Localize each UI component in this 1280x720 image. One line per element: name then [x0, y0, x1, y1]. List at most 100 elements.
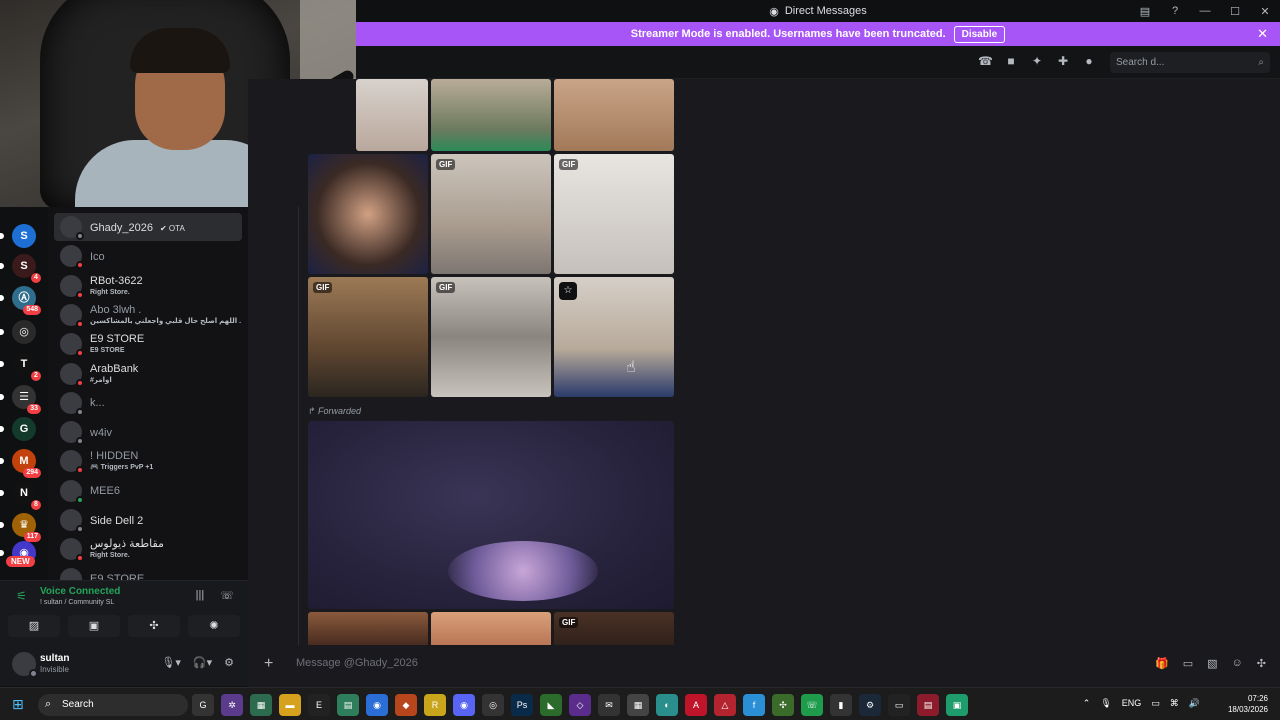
server-icon[interactable]: T2	[0, 352, 41, 381]
app-icon[interactable]: ✲	[221, 694, 243, 716]
server-icon[interactable]: ◎	[0, 320, 36, 344]
gif-tile[interactable]	[431, 79, 551, 151]
server-icon[interactable]: M 294	[0, 449, 41, 478]
app-icon[interactable]: ▤	[917, 694, 939, 716]
mail-icon[interactable]: ✉	[598, 694, 620, 716]
dm-item[interactable]: ! HIDDEN 🎮 Triggers PvP +1	[54, 447, 242, 475]
server-icon[interactable]: S4	[0, 254, 41, 283]
display-icon[interactable]: ▭	[1151, 698, 1160, 709]
add-friend-icon[interactable]: ✚	[1056, 54, 1070, 68]
app-icon[interactable]: ▣	[946, 694, 968, 716]
inbox-icon[interactable]: ▤	[1130, 5, 1160, 18]
microphone-icon[interactable]: 🎙▾	[161, 656, 181, 669]
mic-tray-icon[interactable]: 🎙	[1100, 698, 1111, 709]
pin-icon[interactable]: ✦	[1030, 54, 1044, 68]
server-icon[interactable]: ☰ 33	[0, 385, 41, 414]
app-icon[interactable]: ◎	[482, 694, 504, 716]
dm-item[interactable]: E9 STORE E9 STORE	[54, 330, 242, 358]
message-input[interactable]: Message @Ghady_2026	[296, 657, 418, 669]
apps-icon[interactable]: ✣	[1257, 657, 1266, 670]
gif-tile[interactable]	[554, 79, 674, 151]
dm-item[interactable]: k...	[54, 389, 242, 417]
gif-tile[interactable]	[308, 612, 428, 645]
disable-button[interactable]: Disable	[953, 25, 1006, 43]
brave-icon[interactable]: ◆	[395, 694, 417, 716]
app-icon[interactable]: ▭	[888, 694, 910, 716]
gif-tile[interactable]: GIF	[554, 154, 674, 274]
soundboard-button[interactable]: ✺	[188, 615, 240, 637]
gift-icon[interactable]: 🎁	[1155, 657, 1169, 670]
help-icon[interactable]: ?	[1160, 5, 1190, 17]
search-input[interactable]: Search d... ⌕	[1110, 52, 1270, 73]
server-icon[interactable]: G	[0, 417, 36, 441]
dm-item[interactable]: Abo 3lwh . اللهم اصلح حال قلبي واجعلني با…	[54, 301, 242, 329]
volume-icon[interactable]: 🔊	[1189, 698, 1200, 709]
taskbar-search[interactable]: ⌕ Search	[38, 694, 188, 716]
app-icon[interactable]: R	[424, 694, 446, 716]
noise-icon[interactable]: |||	[196, 589, 205, 602]
gif-tile[interactable]: GIF	[554, 612, 674, 645]
settings-icon[interactable]: ⚙	[224, 656, 234, 669]
back-icon[interactable]: G	[192, 694, 214, 716]
dm-item[interactable]: E9 STORE	[54, 565, 242, 580]
banner-close-icon[interactable]: ✕	[1257, 26, 1268, 42]
dm-item[interactable]: ArabBank #اوامر	[54, 360, 242, 388]
dm-item[interactable]: RBot-3622 Right Store.	[54, 272, 242, 300]
notes-icon[interactable]: ▤	[337, 694, 359, 716]
server-icon[interactable]: ♛ 117	[0, 513, 41, 542]
gif-tile[interactable]: ☆	[554, 277, 674, 397]
voice-channel[interactable]: ! sultan / Community SL	[40, 599, 114, 606]
screenshare-button[interactable]: ▣	[68, 615, 120, 637]
close-button[interactable]: ✕	[1250, 5, 1280, 18]
username[interactable]: sultan	[40, 653, 69, 664]
dm-item[interactable]: Ghady_2026 ✔ OTA	[54, 213, 242, 241]
app-icon[interactable]: ✣	[772, 694, 794, 716]
gif-icon[interactable]: ▭	[1183, 657, 1193, 670]
favorite-star-icon[interactable]: ☆	[559, 282, 577, 300]
gif-tile[interactable]: GIF	[431, 154, 551, 274]
server-icon[interactable]: S	[0, 224, 36, 248]
dm-item[interactable]: Ico	[54, 242, 242, 270]
app-icon[interactable]: f	[743, 694, 765, 716]
forwarded-video[interactable]	[308, 421, 674, 609]
sticker-icon[interactable]: ▧	[1207, 657, 1217, 670]
disconnect-icon[interactable]: ☏	[220, 589, 234, 602]
gif-tile[interactable]	[356, 79, 428, 151]
app-icon[interactable]: △	[714, 694, 736, 716]
profile-icon[interactable]: ●	[1082, 54, 1096, 68]
maximize-button[interactable]: ☐	[1220, 5, 1250, 18]
server-icon[interactable]: N8	[0, 481, 41, 510]
voice-status[interactable]: Voice Connected	[40, 586, 120, 597]
gif-tile[interactable]	[431, 612, 551, 645]
photoshop-icon[interactable]: Ps	[511, 694, 533, 716]
video-icon[interactable]: ■	[1004, 54, 1018, 68]
windows-start-icon[interactable]: ⊞	[12, 696, 24, 713]
tray-chevron-icon[interactable]: ⌃	[1083, 698, 1091, 709]
dm-item[interactable]: w4iv	[54, 418, 242, 446]
folder-icon[interactable]: ▬	[279, 694, 301, 716]
gif-tile[interactable]: GIF	[308, 277, 428, 397]
edge-icon[interactable]: ◐	[656, 694, 678, 716]
dm-item[interactable]: مقاطعة ذيولوس Right Store.	[54, 535, 242, 563]
emoji-icon[interactable]: ☺	[1232, 657, 1243, 670]
app-icon[interactable]: ◇	[569, 694, 591, 716]
gif-tile[interactable]: GIF	[431, 277, 551, 397]
app-icon[interactable]: ▦	[627, 694, 649, 716]
camera-off-button[interactable]: ▨	[8, 615, 60, 637]
activities-button[interactable]: ✣	[128, 615, 180, 637]
language-indicator[interactable]: ENG	[1122, 698, 1142, 709]
chrome-icon[interactable]: ◉	[366, 694, 388, 716]
clock[interactable]: 07:26 18/03/2026	[1228, 693, 1268, 715]
nvidia-icon[interactable]: ◣	[540, 694, 562, 716]
dm-item[interactable]: MEE6	[54, 477, 242, 505]
steam-icon[interactable]: ⚙	[859, 694, 881, 716]
dm-item[interactable]: Side Dell 2	[54, 506, 242, 534]
network-icon[interactable]: ⌘	[1170, 698, 1179, 709]
gif-tile[interactable]	[308, 154, 428, 274]
discord-icon[interactable]: ◉	[453, 694, 475, 716]
minimize-button[interactable]: —	[1190, 5, 1220, 17]
epic-icon[interactable]: E	[308, 694, 330, 716]
app-icon[interactable]: A	[685, 694, 707, 716]
whatsapp-icon[interactable]: ☏	[801, 694, 823, 716]
store-icon[interactable]: ▦	[250, 694, 272, 716]
